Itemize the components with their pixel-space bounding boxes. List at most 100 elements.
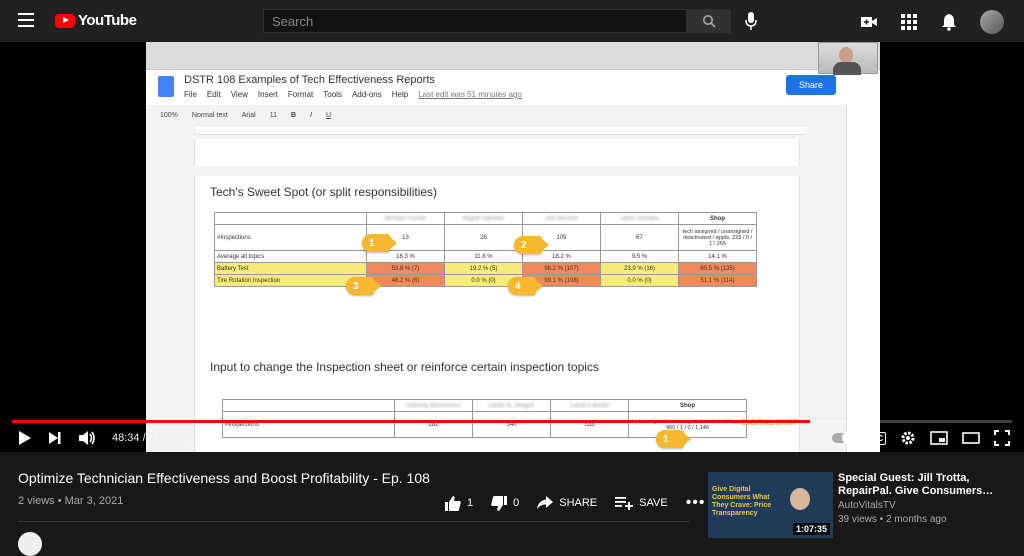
table-cell: 98.2 % (107) <box>522 262 601 275</box>
table-cell: 340 <box>472 411 551 438</box>
notifications-bell-icon[interactable] <box>940 13 958 31</box>
youtube-logo[interactable]: YouTube <box>55 12 137 29</box>
progress-fill <box>12 420 810 423</box>
progress-bar[interactable] <box>12 420 1012 423</box>
youtube-play-icon <box>55 13 75 28</box>
recommended-channel[interactable]: AutoVitalsTV <box>838 500 896 511</box>
docs-menu-bar: File Edit View Insert Format Tools Add-o… <box>184 90 522 99</box>
browser-chrome <box>146 42 880 70</box>
table-header-cell: Miguel Ramirez <box>444 212 523 225</box>
docs-menu-item: File <box>184 90 197 99</box>
fullscreen-icon[interactable] <box>994 430 1010 446</box>
docs-menu-item: Tools <box>323 90 342 99</box>
docs-menu-item: Help <box>391 90 409 99</box>
search-input[interactable]: Search <box>263 9 687 33</box>
captions-icon[interactable]: CC <box>868 431 886 445</box>
table-cell: 51.1 % (114) <box>678 274 757 287</box>
font-name: Arial <box>241 111 256 119</box>
video-meta: 2 views • Mar 3, 2021 <box>18 495 124 507</box>
hamburger-menu-icon[interactable] <box>18 13 34 27</box>
thumbs-up-icon <box>445 495 461 511</box>
marker-arrow-table2: 1 <box>656 430 691 448</box>
recommended-title[interactable]: Special Guest: Jill Trotta, RepairPal. G… <box>838 472 1018 498</box>
table-row: Battery Test 53.8 % (7) 19.2 % (5) 98.2 … <box>214 262 757 275</box>
table-cell: 60.5 % (135) <box>678 262 757 275</box>
account-avatar[interactable] <box>980 10 1004 34</box>
marker-arrow-1: 1 <box>362 234 397 252</box>
play-icon[interactable] <box>18 430 32 446</box>
table-header-cell: Shop <box>628 399 747 412</box>
zoom-level: 100% <box>160 111 178 119</box>
thumbnail-text: Give Digital Consumers What They Crave: … <box>712 486 772 517</box>
like-count: 1 <box>467 497 474 509</box>
more-actions-icon[interactable]: ••• <box>686 494 706 512</box>
share-button[interactable]: SHARE <box>537 496 597 510</box>
table-header-cell: David A Brown <box>550 399 629 412</box>
docs-menu-item: Edit <box>206 90 221 99</box>
microphone-icon[interactable] <box>745 12 757 30</box>
table-cell: 333 <box>550 411 629 438</box>
page-break <box>194 166 800 176</box>
last-edit-text: Last edit was 51 minutes ago <box>418 90 522 99</box>
table-row: Tire Rotation Inspection 46.2 % (6) 0.0 … <box>214 274 757 287</box>
create-video-icon[interactable] <box>860 13 878 31</box>
doc-title: DSTR 108 Examples of Tech Effectiveness … <box>184 74 435 86</box>
time-display: 48:34 / 1:00:49 <box>112 432 186 444</box>
row-label: Tire Rotation Inspection <box>214 274 367 287</box>
search-icon <box>703 15 716 28</box>
save-playlist-icon <box>615 497 634 510</box>
video-title: Optimize Technician Effectiveness and Bo… <box>18 470 430 486</box>
google-docs-icon <box>158 76 174 97</box>
next-video-icon[interactable] <box>48 431 62 445</box>
theater-mode-icon[interactable] <box>962 432 980 444</box>
video-player[interactable]: DSTR 108 Examples of Tech Effectiveness … <box>0 42 1024 452</box>
top-bar: YouTube Search <box>0 0 1024 42</box>
autoplay-toggle[interactable] <box>832 431 857 445</box>
table-header-cell: Dante M. Milagor <box>472 399 551 412</box>
row-label: #Inspections <box>222 411 395 438</box>
like-button[interactable]: 1 <box>445 495 474 511</box>
table-cell: 23.9 % (16) <box>600 262 679 275</box>
table-header-row: Michael Fischer Miguel Ramirez Job Wessl… <box>214 212 757 225</box>
divider <box>18 521 690 522</box>
font-size: 11 <box>269 111 277 119</box>
italic-icon: I <box>310 111 313 119</box>
marker-arrow-3: 3 <box>346 277 381 295</box>
bold-icon: B <box>291 111 297 119</box>
miniplayer-icon[interactable] <box>930 431 948 445</box>
docs-menu-item: View <box>230 90 248 99</box>
table-header-cell: Job Wessler <box>522 212 601 225</box>
table-cell: 19.2 % (5) <box>444 262 523 275</box>
row-label: #Inspections <box>214 224 367 251</box>
presenter-body <box>833 62 861 75</box>
video-frame[interactable]: DSTR 108 Examples of Tech Effectiveness … <box>146 42 880 452</box>
table-header-cell: Jason Rosales <box>600 212 679 225</box>
table-header-cell: Michael Fischer <box>366 212 445 225</box>
recommended-thumbnail[interactable]: Give Digital Consumers What They Crave: … <box>708 472 833 538</box>
table-header-row: Anthony Montoncino Dante M. Milagor Davi… <box>222 399 747 412</box>
docs-menu-item: Add-ons <box>351 90 382 99</box>
table-row: Average all topics 16.3 % 11.8 % 18.2 % … <box>214 250 757 263</box>
table-cell <box>214 212 367 225</box>
thumbnail-person <box>790 488 810 510</box>
apps-grid-icon[interactable] <box>900 13 918 31</box>
marker-arrow-2: 2 <box>514 236 549 254</box>
share-label: SHARE <box>559 497 598 509</box>
marker-arrow-4: 4 <box>508 277 543 295</box>
webcam-overlay <box>818 42 878 75</box>
table-cell: 67 <box>600 224 679 251</box>
doc-ruler <box>196 127 806 135</box>
share-arrow-icon <box>537 496 554 509</box>
table-cell: 9.5 % <box>600 250 679 263</box>
dislike-button[interactable]: 0 <box>491 495 520 511</box>
row-label: Average all topics <box>214 250 367 263</box>
save-button[interactable]: SAVE <box>615 496 668 510</box>
recommended-meta: 39 views • 2 months ago <box>838 514 947 525</box>
video-duration: 1:07:35 <box>792 523 830 535</box>
settings-gear-icon[interactable] <box>900 430 916 446</box>
channel-avatar[interactable] <box>18 532 42 556</box>
docs-toolbar: 100% Normal text Arial 11 B I U <box>146 105 846 125</box>
search-button[interactable] <box>687 9 731 33</box>
volume-icon[interactable] <box>78 430 96 446</box>
dislike-count: 0 <box>513 497 520 509</box>
